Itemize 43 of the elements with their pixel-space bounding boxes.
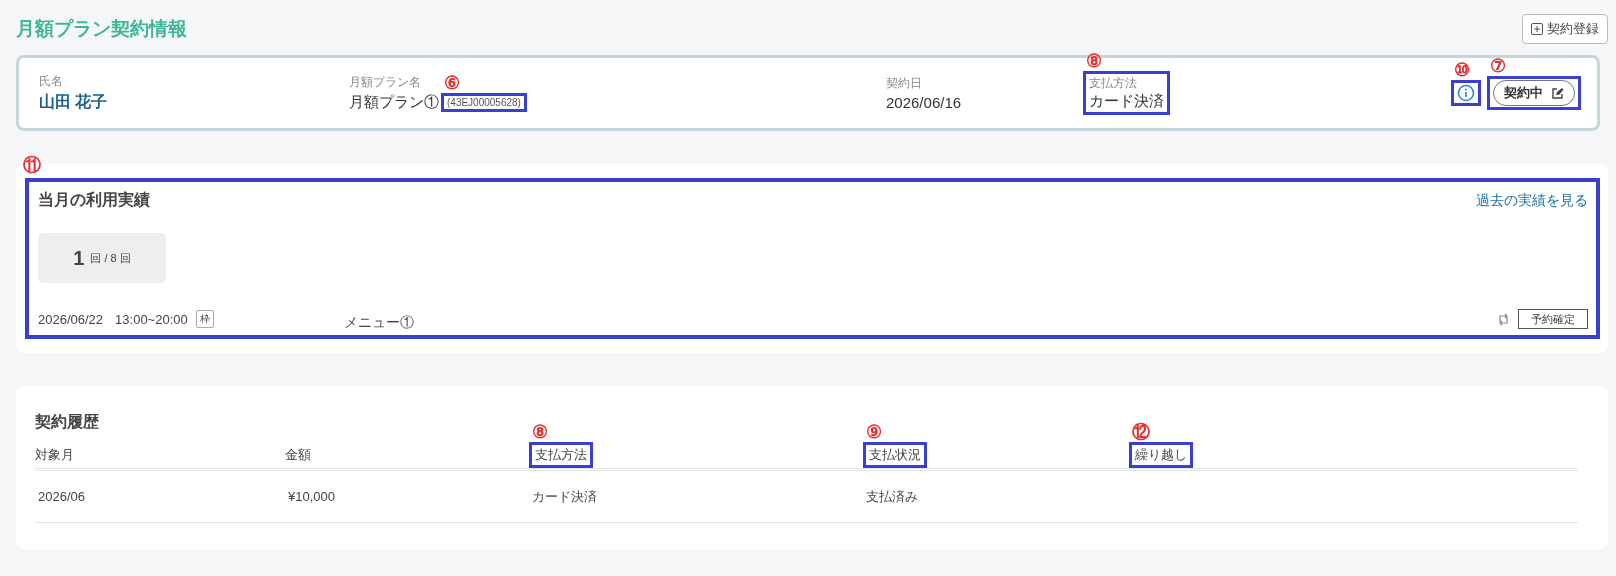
used-count: 1 [73, 246, 85, 270]
column-header: 対象月 [35, 445, 74, 464]
slot-tag: 枠 [195, 310, 214, 328]
page-title: 月額プラン契約情報 [16, 17, 187, 41]
customer-name: 山田 花子 [39, 92, 108, 112]
table-cell: ¥10,000 [288, 489, 335, 504]
section-title: 契約履歴 [35, 412, 99, 432]
annotation-number: ⑧ [532, 422, 548, 441]
annotation-number: ⑫ [1132, 422, 1150, 441]
menu-name: メニュー① [343, 314, 414, 332]
section-title: 当月の利用実績 [38, 190, 150, 210]
confirm-reservation-button[interactable]: 予約確定 [1518, 309, 1588, 329]
count-total: 回 / 8 回 [90, 250, 131, 266]
field-value: 2026/06/16 [886, 94, 962, 111]
annotation-number: ⑩ [1454, 61, 1470, 79]
table-cell: 支払済み [866, 487, 918, 506]
field-label: 支払方法 [1089, 75, 1137, 92]
plus-square-icon [1531, 23, 1543, 35]
annotation-number: ⑨ [866, 422, 882, 441]
field-value: カード決済 [1089, 92, 1164, 111]
annotation-number: ⑧ [1086, 52, 1102, 70]
column-header: 支払状況 [869, 445, 921, 464]
info-icon[interactable] [1457, 84, 1475, 102]
repeat-icon[interactable] [1497, 312, 1510, 326]
column-header: 繰り越し [1135, 445, 1187, 464]
plan-code: (43EJ00005628) [447, 97, 521, 108]
field-value: 月額プラン① [349, 93, 439, 112]
annotation-number: ⑥ [444, 74, 460, 92]
reservation-time: 13:00~20:00 [115, 311, 188, 327]
annotation-number: ⑦ [1490, 57, 1506, 75]
reservation-date: 2026/06/22 [38, 311, 104, 327]
contract-status-button[interactable]: 契約中 [1493, 80, 1575, 106]
field-label: 氏名 [39, 73, 63, 90]
past-records-link[interactable]: 過去の実績を見る [1476, 191, 1588, 210]
field-label: 契約日 [886, 75, 922, 92]
table-cell: 2026/06 [38, 489, 85, 504]
field-label: 月額プラン名 [349, 74, 421, 91]
register-contract-button[interactable]: 契約登録 [1522, 14, 1608, 44]
annotation-number: ⑪ [23, 156, 41, 174]
edit-icon [1551, 86, 1564, 100]
table-cell: カード決済 [532, 487, 597, 506]
column-header: 支払方法 [535, 445, 587, 464]
column-header: 金額 [285, 445, 311, 464]
